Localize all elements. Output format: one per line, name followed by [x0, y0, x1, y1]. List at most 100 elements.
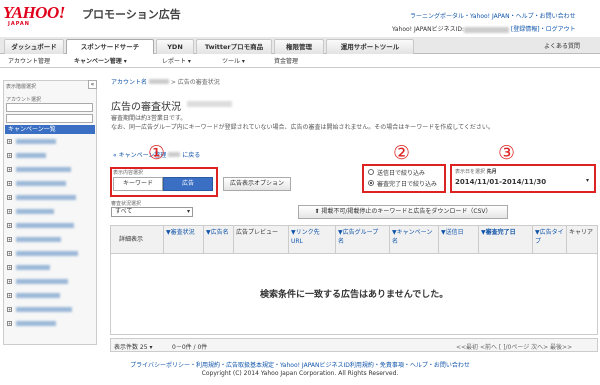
- expand-icon[interactable]: +: [7, 153, 12, 158]
- expand-icon[interactable]: +: [7, 223, 12, 228]
- result-count: 0－0件 / 0件: [172, 344, 208, 351]
- download-csv-label: 掲載不可/掲載停止のキーワードと広告をダウンロード（CSV）: [321, 208, 492, 215]
- tree-row[interactable]: +: [7, 180, 92, 188]
- copyright: Copyright (C) 2014 Yahoo Japan Corporati…: [201, 370, 399, 377]
- sidebar-item-campaign-list[interactable]: キャンペーン一覧: [5, 125, 95, 134]
- status-select[interactable]: すべて ▾: [111, 207, 193, 217]
- top-links[interactable]: ラーニングポータル・Yahoo! JAPAN・ヘルプ・お問い合わせ: [410, 11, 576, 20]
- radio-review-date[interactable]: [368, 180, 374, 186]
- status-select-value: すべて: [115, 208, 133, 215]
- subnav-campaign[interactable]: キャンペーン管理 ▾: [74, 56, 127, 65]
- col-ad-group[interactable]: ▼広告グループ名: [338, 228, 384, 246]
- ad-button[interactable]: 広告: [163, 177, 213, 191]
- tree-row[interactable]: +: [7, 208, 92, 216]
- tree-row[interactable]: +: [7, 306, 92, 314]
- tree-row[interactable]: +: [7, 236, 92, 244]
- sidebar-search-input[interactable]: [6, 114, 93, 123]
- rows-per-page-select[interactable]: 表示件数 25 ▾: [114, 342, 152, 351]
- tree-row[interactable]: +: [7, 152, 92, 160]
- col-campaign[interactable]: ▼キャンペーン名: [392, 228, 434, 246]
- footer-links[interactable]: プライバシーポリシー・利用規約・広告取扱基本規定・Yahoo! JAPANビジネ…: [0, 362, 600, 370]
- expand-icon[interactable]: +: [7, 181, 12, 186]
- subnav-account[interactable]: アカウント管理: [8, 56, 50, 65]
- expand-icon[interactable]: +: [7, 195, 12, 200]
- tree-label-redacted: [16, 139, 56, 144]
- subnav-tools[interactable]: ツール ▾: [222, 56, 245, 65]
- annotation-2: ②: [393, 142, 411, 164]
- pagination-controls[interactable]: <<最初 <前へ [ ]/0ページ 次へ> 最後>>: [456, 342, 572, 351]
- tab-twitter[interactable]: Twitterプロモ商品: [196, 39, 272, 54]
- tree-row[interactable]: +: [7, 320, 92, 328]
- tab-ydn[interactable]: YDN: [156, 39, 194, 54]
- column-divider: [233, 226, 234, 253]
- user-links[interactable]: [登録情報]・ログアウト: [511, 26, 576, 33]
- keyword-button[interactable]: キーワード: [113, 177, 163, 191]
- tree-label-redacted: [16, 237, 61, 242]
- tree-row[interactable]: +: [7, 222, 92, 230]
- tree-label-redacted: [16, 307, 72, 312]
- account-select[interactable]: [6, 103, 93, 112]
- tab-dashboard[interactable]: ダッシュボード: [4, 39, 64, 54]
- expand-icon[interactable]: +: [7, 209, 12, 214]
- expand-icon[interactable]: +: [7, 265, 12, 270]
- collapse-button[interactable]: «: [88, 80, 97, 89]
- breadcrumb-account[interactable]: アカウント名: [111, 79, 147, 86]
- empty-message: 検索条件に一致する広告はありませんでした。: [260, 290, 449, 300]
- dropdown-arrow-icon[interactable]: ▾: [586, 177, 589, 184]
- tree-row[interactable]: +: [7, 250, 92, 258]
- col-ad-type[interactable]: ▼広告タイプ: [535, 228, 565, 246]
- expand-icon[interactable]: +: [7, 251, 12, 256]
- faq-link[interactable]: よくある質問: [544, 41, 580, 50]
- expand-icon[interactable]: +: [7, 293, 12, 298]
- expand-icon[interactable]: +: [7, 307, 12, 312]
- radio-review-date-label[interactable]: 審査完了日で絞り込み: [377, 179, 437, 188]
- ad-display-options-button[interactable]: 広告表示オプション: [223, 177, 291, 191]
- back-link-redacted: [168, 152, 181, 157]
- tree-row[interactable]: +: [7, 138, 92, 146]
- tab-support-tools[interactable]: 運用サポートツール: [326, 39, 414, 54]
- col-ad-name[interactable]: ▼広告名: [206, 228, 232, 237]
- expand-icon[interactable]: +: [7, 167, 12, 172]
- expand-icon[interactable]: +: [7, 237, 12, 242]
- expand-icon[interactable]: +: [7, 139, 12, 144]
- description-line-2: なお、同一広告グループ内にキーワードが登録されていない場合、広告の審査は開始され…: [111, 124, 494, 131]
- subnav-report[interactable]: レポート ▾: [162, 56, 191, 65]
- download-csv-button[interactable]: ⬆ 掲載不可/掲載停止のキーワードと広告をダウンロード（CSV）: [298, 205, 508, 219]
- column-divider: [288, 226, 289, 253]
- date-range[interactable]: 2014/11/01-2014/11/30: [455, 178, 546, 186]
- account-select-label: アカウント選択: [6, 97, 42, 103]
- column-divider: [203, 226, 204, 253]
- expand-icon[interactable]: +: [7, 321, 12, 326]
- status-label: 審査状況選択: [111, 201, 142, 207]
- col-review-complete-date[interactable]: ▼審査完了日: [481, 228, 531, 237]
- tree-row[interactable]: +: [7, 292, 92, 300]
- radio-send-date-label[interactable]: 送信日で絞り込み: [377, 168, 425, 177]
- tree-row[interactable]: +: [7, 166, 92, 174]
- breadcrumb: アカウント名 > 広告の審査状況: [111, 77, 220, 86]
- tab-permissions[interactable]: 権限管理: [274, 39, 324, 54]
- annotation-3: ③: [498, 142, 516, 164]
- tree-label-redacted: [16, 279, 68, 284]
- expand-icon[interactable]: +: [7, 279, 12, 284]
- col-send-date[interactable]: ▼送信日: [441, 228, 477, 237]
- col-review-status[interactable]: ▼審査状況: [166, 228, 202, 237]
- tree-row[interactable]: +: [7, 264, 92, 272]
- yahoo-logo[interactable]: YAHOO!: [3, 4, 65, 21]
- tree-row[interactable]: +: [7, 278, 92, 286]
- product-name: プロモーション広告: [82, 8, 181, 21]
- tree-label-redacted: [16, 153, 46, 158]
- tab-sponsored-search[interactable]: スポンサードサーチ: [66, 39, 154, 55]
- tree-label-redacted: [16, 321, 56, 326]
- col-link-url[interactable]: ▼リンク先URL: [291, 228, 331, 246]
- tree-label-redacted: [16, 293, 60, 298]
- tree-label-redacted: [16, 265, 50, 270]
- tree-row[interactable]: +: [7, 194, 92, 202]
- sidebar-title: 表示階層選択: [6, 84, 37, 90]
- radio-send-date[interactable]: [368, 169, 374, 175]
- back-link-tail[interactable]: に戻る: [182, 152, 200, 159]
- footer: プライバシーポリシー・利用規約・広告取扱基本規定・Yahoo! JAPANビジネ…: [0, 362, 600, 378]
- subnav-funds[interactable]: 資金管理: [274, 56, 298, 65]
- period-label-text: 表示日を選択: [455, 169, 486, 175]
- user-id-redacted: [463, 26, 509, 33]
- col-carrier: キャリア: [569, 229, 594, 236]
